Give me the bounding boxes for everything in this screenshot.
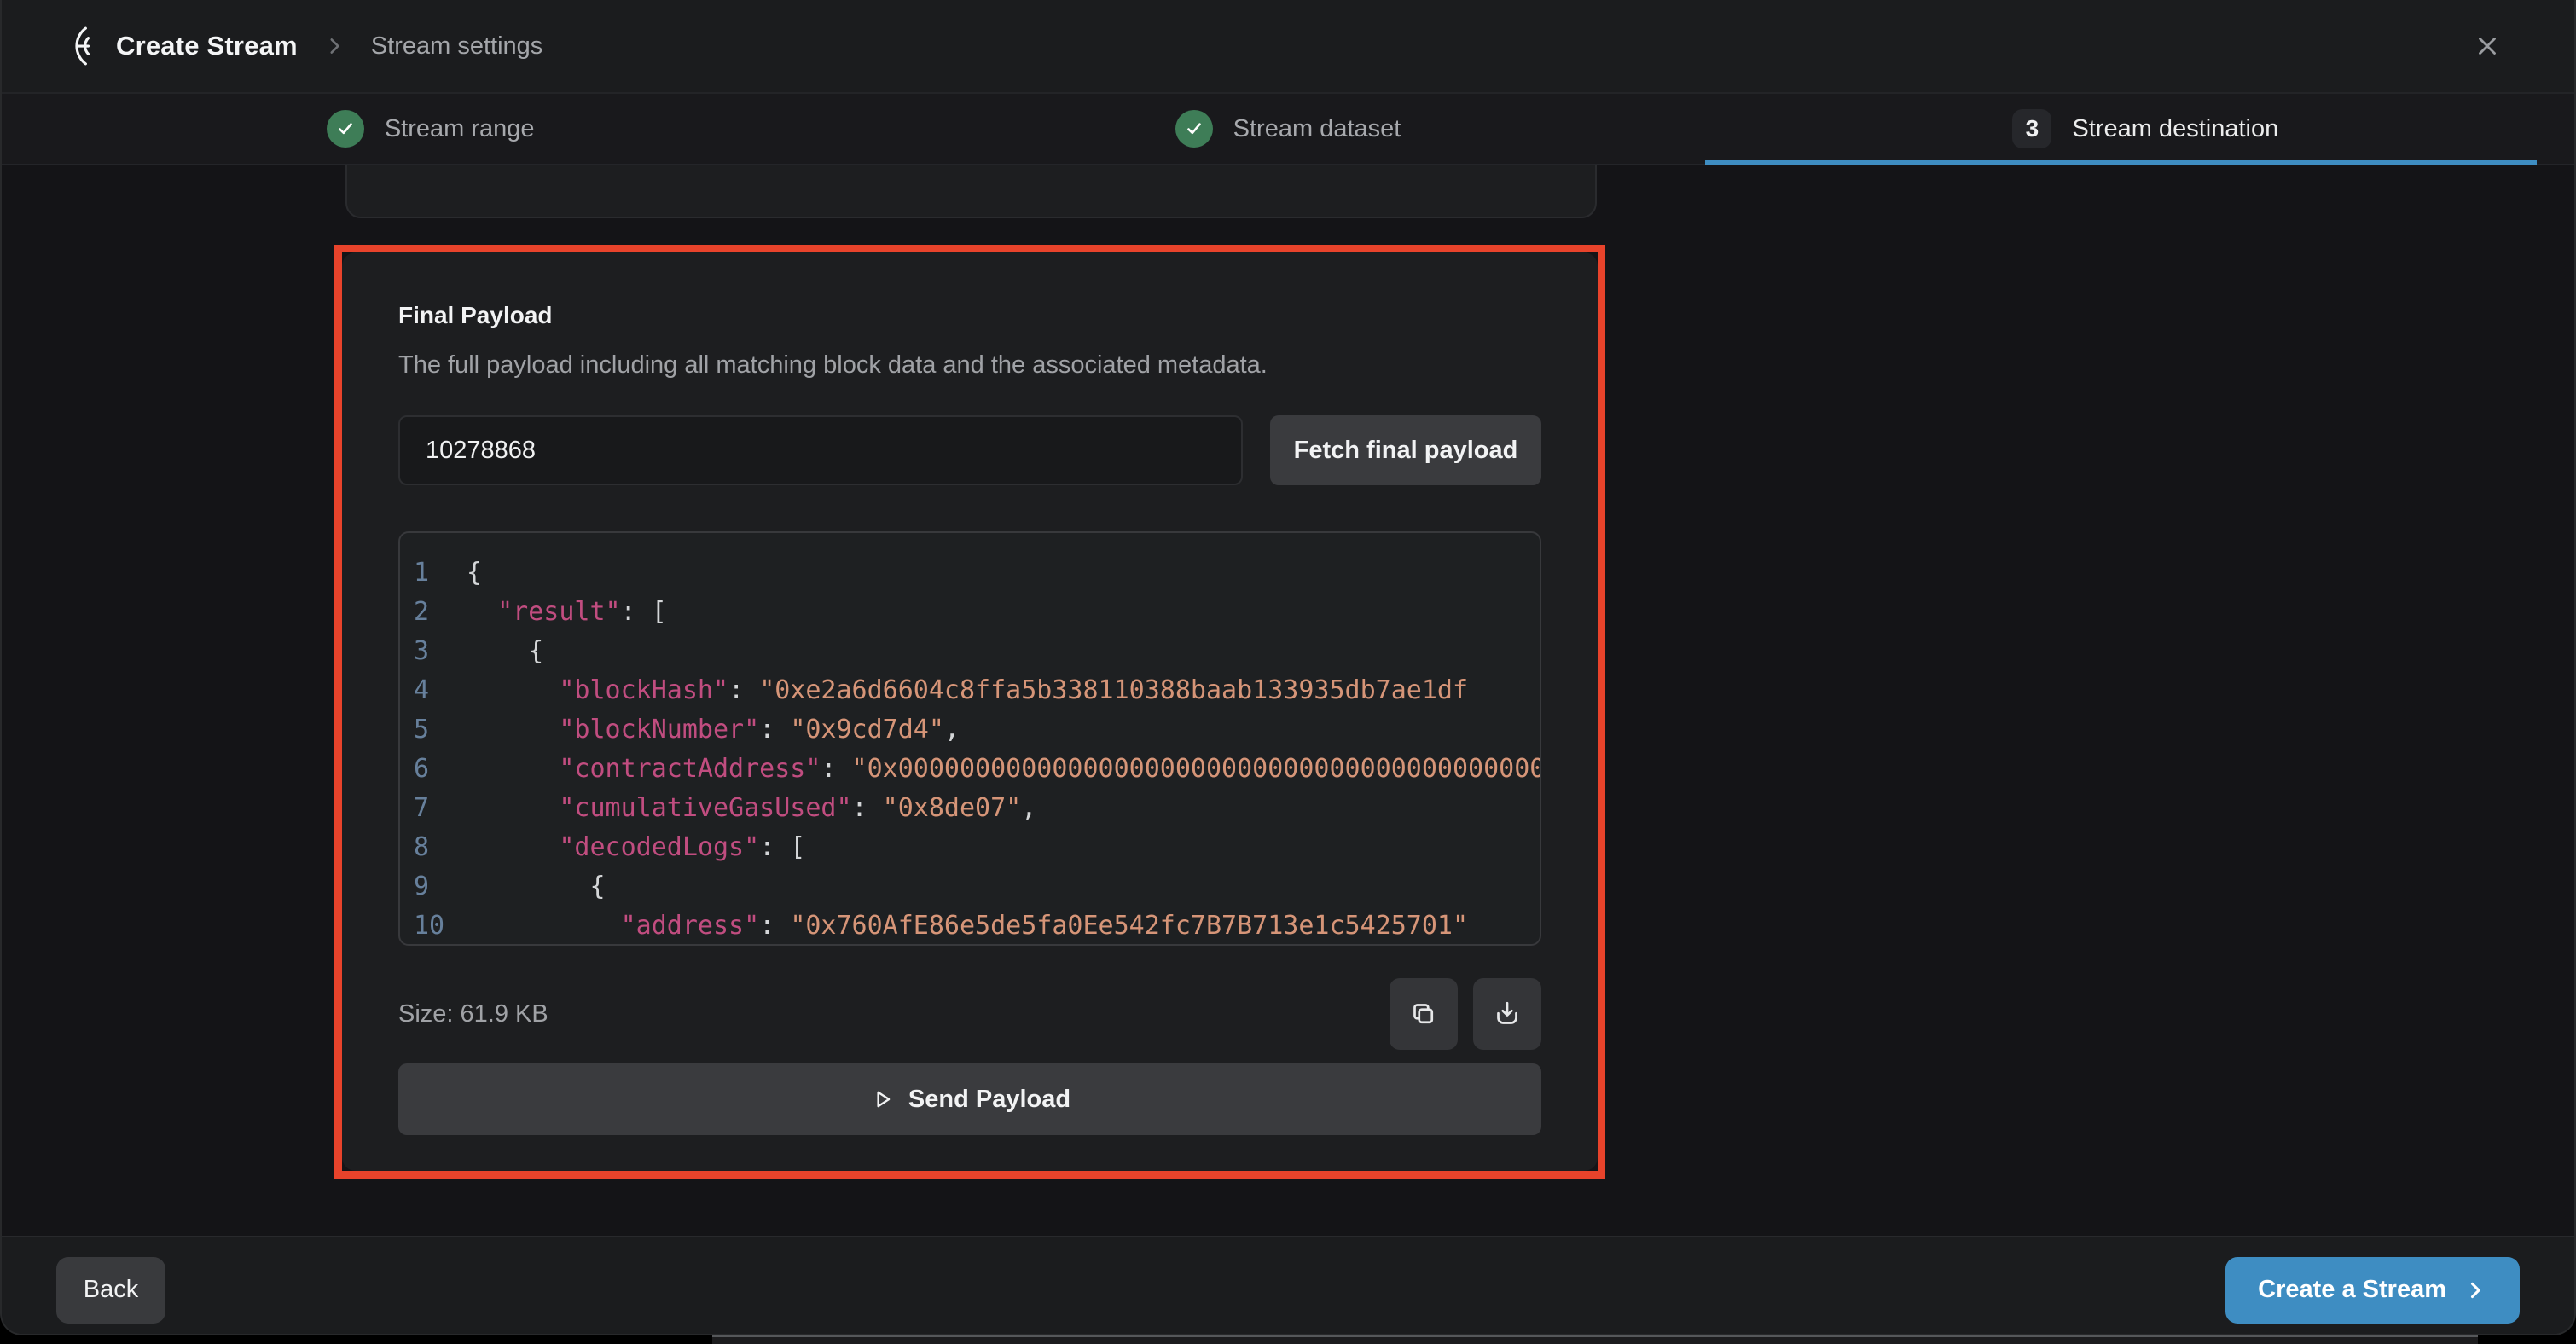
check-icon [1175,110,1213,148]
code-line: 2 "result": [ [400,593,1540,632]
tab-label: Stream dataset [1233,115,1401,143]
chevron-right-icon [2463,1278,2487,1302]
tab-label: Stream range [385,115,535,143]
highlight-outline: Final Payload The full payload including… [334,245,1605,1179]
close-icon[interactable] [2463,22,2511,70]
tab-label: Stream destination [2072,115,2278,143]
code-line: 8 "decodedLogs": [ [400,828,1540,867]
copy-button[interactable] [1390,978,1458,1050]
code-line: 4 "blockHash": "0xe2a6d6604c8ffa5b338110… [400,671,1540,710]
code-line: 9 { [400,867,1540,907]
streams-logo-icon [56,25,99,67]
send-payload-label: Send Payload [908,1086,1070,1114]
download-icon [1492,999,1523,1029]
create-stream-label: Create a Stream [2258,1276,2446,1304]
tab-stream-dataset[interactable]: Stream dataset [859,94,1716,164]
page-title: Create Stream [116,31,298,61]
code-line: 6 "contractAddress": "0x0000000000000000… [400,750,1540,789]
back-button[interactable]: Back [56,1257,165,1324]
tab-stream-range[interactable]: Stream range [2,94,859,164]
send-payload-button[interactable]: Send Payload [398,1063,1541,1135]
block-number-input[interactable] [398,415,1243,485]
download-button[interactable] [1473,978,1541,1050]
breadcrumb: Stream settings [371,32,542,61]
payload-meta-row: Size: 61.9 KB [398,978,1541,1050]
modal-footer: Back Create a Stream [2,1236,2574,1335]
breadcrumb-chevron-icon [323,35,345,57]
copy-icon [1408,999,1439,1029]
code-lines: 1{2 "result": [3 {4 "blockHash": "0xe2a6… [400,553,1540,946]
code-line: 5 "blockNumber": "0x9cd7d4", [400,710,1540,750]
payload-size-label: Size: 61.9 KB [398,1000,548,1028]
create-stream-modal: Create Stream Stream settings Stream ran… [0,0,2576,1335]
payload-actions [1390,978,1541,1050]
code-line: 7 "cumulativeGasUsed": "0x8de07", [400,789,1540,828]
section-title: Final Payload [398,302,1541,329]
step-number-badge: 3 [2012,109,2051,148]
section-description: The full payload including all matching … [398,351,1541,379]
previous-section-card [345,165,1597,218]
check-icon [327,110,364,148]
modal-header: Create Stream Stream settings [2,0,2574,94]
payload-code-viewer[interactable]: 1{2 "result": [3 {4 "blockHash": "0xe2a6… [398,531,1541,946]
tab-stream-destination[interactable]: 3 Stream destination [1717,94,2574,164]
create-stream-button[interactable]: Create a Stream [2225,1257,2520,1324]
stepper-tabbar: Stream range Stream dataset 3 Stream des… [2,94,2574,165]
final-payload-card: Final Payload The full payload including… [342,252,1598,1171]
fetch-row: Fetch final payload [398,415,1541,485]
code-line: 3 { [400,632,1540,671]
code-line: 10 "address": "0x760AfE86e5de5fa0Ee542fc… [400,907,1540,946]
fetch-final-payload-button[interactable]: Fetch final payload [1270,415,1541,485]
play-icon [869,1086,895,1112]
main-content: Final Payload The full payload including… [2,165,2574,1236]
code-line: 1{ [400,553,1540,593]
